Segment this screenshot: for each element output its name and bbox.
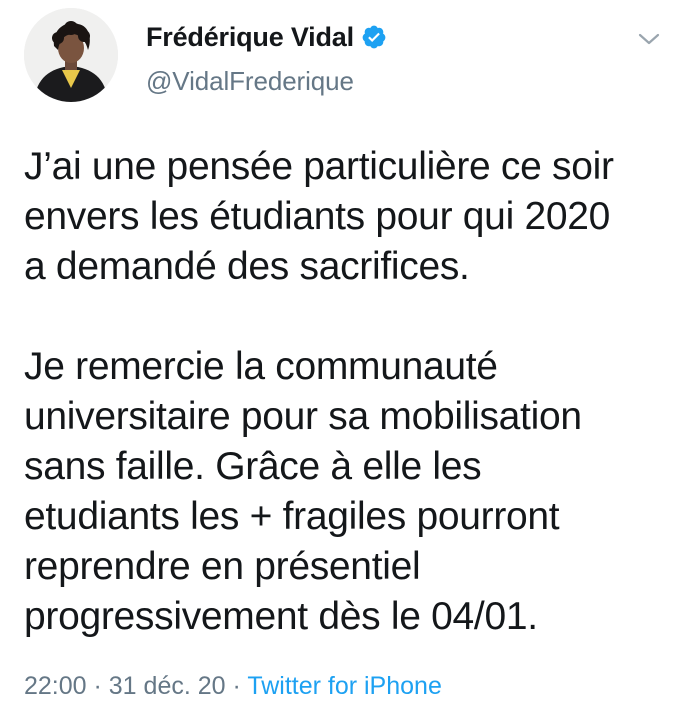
verified-badge-icon (361, 24, 387, 50)
name-row: Frédérique Vidal (146, 18, 387, 56)
tweet-paragraph-2: Je remercie la communauté universitaire … (24, 345, 582, 638)
chevron-down-icon[interactable] (636, 30, 662, 48)
meta-separator: · (225, 672, 248, 700)
tweet-time[interactable]: 22:00 (24, 672, 87, 700)
meta-separator: · (86, 672, 109, 700)
tweet-source-link[interactable]: Twitter for iPhone (247, 672, 442, 700)
tweet-paragraph-1: J’ai une pensée particulière ce soir env… (24, 145, 614, 288)
tweet-text: J’ai une pensée particulière ce soir env… (24, 142, 674, 642)
tweet-date[interactable]: 31 déc. 20 (109, 672, 226, 700)
handle[interactable]: @VidalFrederique (146, 66, 387, 97)
display-name[interactable]: Frédérique Vidal (146, 22, 354, 53)
tweet-card: Frédérique Vidal @VidalFrederique J’ai u… (0, 0, 684, 728)
avatar-photo-icon (24, 8, 118, 102)
tweet-meta: 22:00 · 31 déc. 20 · Twitter for iPhone (24, 672, 442, 701)
avatar[interactable] (24, 8, 118, 102)
author-block[interactable]: Frédérique Vidal @VidalFrederique (146, 18, 387, 97)
